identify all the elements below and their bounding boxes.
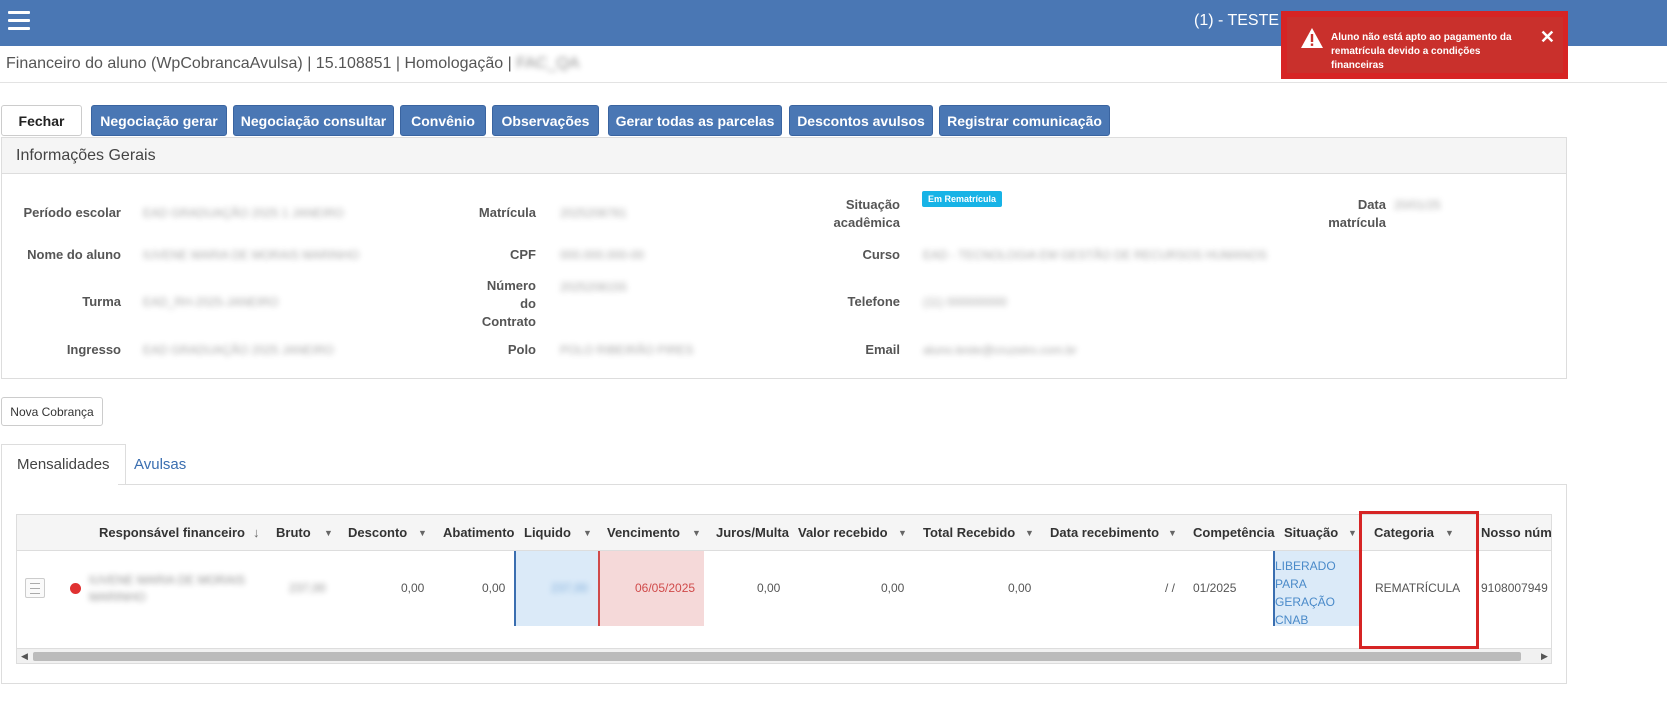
value-ingresso: EAD GRADUAÇÃO 2025 JANEIRO — [143, 343, 334, 357]
label-situacao: Situação acadêmica — [833, 197, 901, 230]
label-curso: Curso — [862, 247, 900, 262]
convenio-button[interactable]: Convênio — [400, 105, 486, 136]
cell-valor-recebido: 0,00 — [881, 581, 905, 595]
fechar-button[interactable]: Fechar — [1, 105, 82, 136]
label-telefone: Telefone — [847, 294, 901, 309]
col-data-recebimento[interactable]: Data recebimento — [1050, 525, 1159, 540]
cell-desconto: 0,00 — [401, 581, 425, 595]
value-polo: POLO RIBEIRÃO PIRES — [560, 343, 694, 357]
chevron-down-icon[interactable]: ▼ — [324, 528, 333, 538]
user-label[interactable]: (1) - TESTE · — [1194, 12, 1289, 30]
observacoes-button[interactable]: Observações — [492, 105, 599, 136]
value-curso: EAD - TECNOLOGIA EM GESTÃO DE RECURSOS H… — [923, 248, 1267, 262]
cell-data-recebimento: / / — [1165, 581, 1176, 595]
divider — [0, 82, 1667, 83]
horizontal-scrollbar[interactable]: ◀ ▶ — [17, 648, 1551, 663]
value-periodo: EAD GRADUAÇÃO 2025 1 JANEIRO — [143, 206, 344, 220]
cell-abatimento: 0,00 — [482, 581, 506, 595]
col-competencia[interactable]: Competência — [1193, 525, 1275, 540]
cell-juros: 0,00 — [757, 581, 781, 595]
value-data-matricula: 20/01/25 — [1394, 198, 1441, 212]
value-turma: EAD_RH-2025-JANEIRO — [143, 295, 279, 309]
col-vencimento[interactable]: Vencimento — [607, 525, 680, 540]
row-menu-icon[interactable] — [25, 578, 45, 598]
environment-name: FAC_QA — [516, 55, 580, 72]
col-total-recebido[interactable]: Total Recebido — [923, 525, 1015, 540]
negociacao-consultar-button[interactable]: Negociação consultar — [233, 105, 394, 136]
label-nome: Nome do aluno — [27, 247, 121, 262]
tab-mensalidades[interactable]: Mensalidades — [1, 444, 126, 485]
value-email: aluno.teste@cruzeiro.com.br — [923, 343, 1077, 357]
sort-down-icon[interactable]: ↓ — [253, 525, 260, 540]
col-juros[interactable]: Juros/Multa — [716, 525, 789, 540]
col-responsavel[interactable]: Responsável financeiro — [99, 525, 245, 540]
tab-avulsas[interactable]: Avulsas — [119, 444, 201, 485]
label-numero-contrato: Número do Contrato — [481, 278, 536, 329]
gerar-parcelas-button[interactable]: Gerar todas as parcelas — [608, 105, 782, 136]
chevron-down-icon[interactable]: ▼ — [1168, 528, 1177, 538]
hamburger-menu-icon[interactable] — [8, 11, 30, 31]
scroll-right-icon[interactable]: ▶ — [1541, 651, 1548, 662]
registrar-comunicacao-button[interactable]: Registrar comunicação — [939, 105, 1110, 136]
chevron-down-icon[interactable]: ▼ — [418, 528, 427, 538]
value-cpf: 000.000.000-00 — [560, 248, 645, 262]
col-situacao[interactable]: Situação — [1284, 525, 1338, 540]
cell-total-recebido: 0,00 — [1008, 581, 1032, 595]
col-liquido[interactable]: Liquido — [524, 525, 571, 540]
chevron-down-icon[interactable]: ▼ — [1025, 528, 1034, 538]
chevron-down-icon[interactable]: ▼ — [898, 528, 907, 538]
info-panel-title: Informações Gerais — [2, 138, 1566, 174]
cell-vencimento: 06/05/2025 — [635, 581, 696, 595]
col-desconto[interactable]: Desconto — [348, 525, 407, 540]
label-matricula: Matrícula — [478, 205, 536, 220]
mensalidades-table: Responsável financeiro ↓ Bruto ▼ Descont… — [16, 514, 1552, 664]
page-title: Financeiro do aluno (WpCobrancaAvulsa) |… — [6, 55, 579, 73]
cell-competencia: 01/2025 — [1193, 581, 1237, 595]
nova-cobranca-button[interactable]: Nova Cobrança — [1, 397, 103, 426]
col-bruto[interactable]: Bruto — [276, 525, 311, 540]
cell-nosso-numero: 9108007949 — [1481, 581, 1548, 595]
categoria-highlight-box — [1359, 511, 1479, 649]
col-nosso-numero[interactable]: Nosso núme — [1481, 525, 1551, 540]
table-header: Responsável financeiro ↓ Bruto ▼ Descont… — [17, 515, 1551, 551]
value-matricula: 2025208781 — [560, 206, 627, 220]
status-badge: Em Rematrícula — [922, 191, 1003, 207]
cell-responsavel: IUVENE MARIA DE MORAIS MARINHO — [89, 573, 246, 604]
chevron-down-icon[interactable]: ▼ — [1348, 528, 1357, 538]
chevron-down-icon[interactable]: ▼ — [692, 528, 701, 538]
status-dot-icon — [70, 583, 81, 594]
scroll-left-icon[interactable]: ◀ — [21, 651, 28, 662]
descontos-avulsos-button[interactable]: Descontos avulsos — [789, 105, 933, 136]
label-cpf: CPF — [510, 247, 536, 262]
label-data-matricula: Data matrícula — [1328, 197, 1386, 230]
page-title-text: Financeiro do aluno (WpCobrancaAvulsa) |… — [6, 55, 512, 72]
label-periodo: Período escolar — [23, 205, 121, 220]
chevron-down-icon[interactable]: ▼ — [583, 528, 592, 538]
label-polo: Polo — [507, 342, 536, 357]
scrollbar-thumb[interactable] — [33, 652, 1521, 661]
negociacao-gerar-button[interactable]: Negociação gerar — [91, 105, 227, 136]
value-nome: IUVENE MARIA DE MORAIS MARINHO — [143, 248, 360, 262]
cell-liquido: 237,00 — [551, 581, 588, 595]
col-abatimento[interactable]: Abatimento — [443, 525, 515, 540]
col-valor-recebido[interactable]: Valor recebido — [798, 525, 888, 540]
cell-bruto: 237,00 — [289, 581, 326, 595]
label-ingresso: Ingresso — [66, 342, 121, 357]
toast-highlight-box — [1281, 11, 1568, 79]
value-numero-contrato: 2025208155 — [560, 280, 627, 294]
value-telefone: (11) 000000000 — [923, 295, 1007, 309]
cell-situacao: LIBERADO PARA GERAÇÃO CNAB — [1275, 559, 1336, 627]
label-turma: Turma — [82, 294, 121, 309]
label-email: Email — [865, 342, 900, 357]
